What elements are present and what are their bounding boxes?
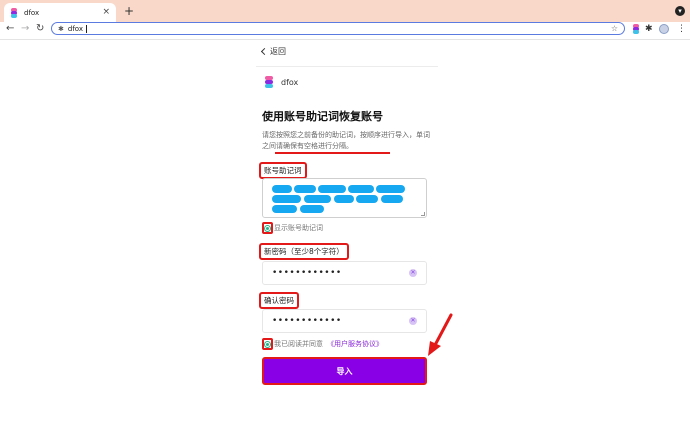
redacted-word	[300, 205, 324, 213]
redacted-word	[272, 185, 292, 193]
resize-handle[interactable]	[421, 212, 425, 216]
back-arrow-icon[interactable]: ←	[6, 22, 14, 35]
redacted-word	[294, 185, 316, 193]
back-label: 返回	[270, 47, 286, 56]
import-button[interactable]: 导入	[262, 357, 427, 385]
brand: dfox	[264, 76, 298, 88]
window-control-icon[interactable]: ▾	[675, 6, 685, 16]
show-mnemonic-label: 显示账号助记词	[274, 224, 323, 232]
brand-name: dfox	[281, 77, 299, 87]
annotation-arrow-icon	[428, 313, 453, 356]
profile-avatar[interactable]	[659, 24, 669, 34]
address-bar-url: dfox	[67, 24, 83, 33]
tab-title: dfox	[24, 8, 40, 17]
show-mnemonic-row[interactable]: 显示账号助记词	[262, 222, 323, 234]
check-icon	[264, 224, 271, 232]
user-agreement-link[interactable]: 《用户服务协议》	[327, 339, 383, 349]
annotation-underline	[275, 152, 390, 154]
new-password-input[interactable]: •••••••••••• ✕	[262, 261, 427, 285]
address-bar[interactable]: ✱ dfox ☆	[51, 22, 625, 35]
page-title: 使用账号助记词恢复账号	[262, 110, 383, 123]
redacted-word	[376, 185, 405, 193]
toolbar-divider	[0, 39, 690, 40]
dfox-logo-icon	[264, 76, 274, 88]
redacted-word	[272, 205, 297, 213]
tab-close-icon[interactable]: ×	[102, 8, 110, 17]
clear-icon[interactable]: ✕	[409, 269, 417, 277]
new-password-value: ••••••••••••	[272, 268, 342, 278]
agreement-row[interactable]: 我已阅读并同意 《用户服务协议》	[262, 338, 383, 350]
redacted-word	[381, 195, 403, 203]
back-link[interactable]: 返回	[260, 46, 286, 57]
bookmark-star-icon[interactable]: ☆	[611, 23, 618, 34]
agreement-prefix: 我已阅读并同意	[274, 340, 323, 348]
confirm-password-input[interactable]: •••••••••••• ✕	[262, 309, 427, 333]
dfox-extension-icon[interactable]	[631, 24, 641, 34]
chevron-left-icon	[260, 47, 269, 56]
reload-icon[interactable]: ↻	[36, 22, 44, 35]
header-divider	[256, 66, 438, 67]
dfox-favicon-icon	[10, 7, 18, 18]
redacted-word	[304, 195, 331, 203]
text-caret	[86, 24, 87, 33]
confirm-password-value: ••••••••••••	[272, 316, 342, 326]
redacted-word	[318, 185, 346, 193]
new-tab-button[interactable]: +	[124, 4, 134, 18]
mnemonic-label: 账号助记词	[259, 162, 307, 179]
show-mnemonic-checkbox[interactable]	[262, 222, 273, 234]
redacted-word	[348, 185, 374, 193]
redacted-word	[334, 195, 354, 203]
instructions-text: 请您按照您之前备份的助记词，按顺序进行导入，单词之间请确保有空格进行分隔。	[262, 131, 430, 150]
new-password-label: 新密码（至少8个字符）	[259, 243, 349, 260]
redacted-word	[272, 195, 301, 203]
redacted-word	[356, 195, 378, 203]
forward-arrow-icon[interactable]: →	[21, 22, 29, 35]
check-icon	[264, 340, 271, 348]
extensions-puzzle-icon[interactable]: ✱	[645, 24, 655, 34]
browser-tab[interactable]: dfox ×	[4, 3, 116, 22]
extension-page-icon: ✱	[58, 24, 64, 33]
browser-menu-icon[interactable]: ⋮	[677, 24, 687, 34]
clear-icon[interactable]: ✕	[409, 317, 417, 325]
confirm-password-label: 确认密码	[259, 292, 299, 309]
agreement-checkbox[interactable]	[262, 338, 273, 350]
tab-strip: dfox × + ▾	[0, 0, 690, 22]
mnemonic-textarea[interactable]	[262, 178, 427, 218]
